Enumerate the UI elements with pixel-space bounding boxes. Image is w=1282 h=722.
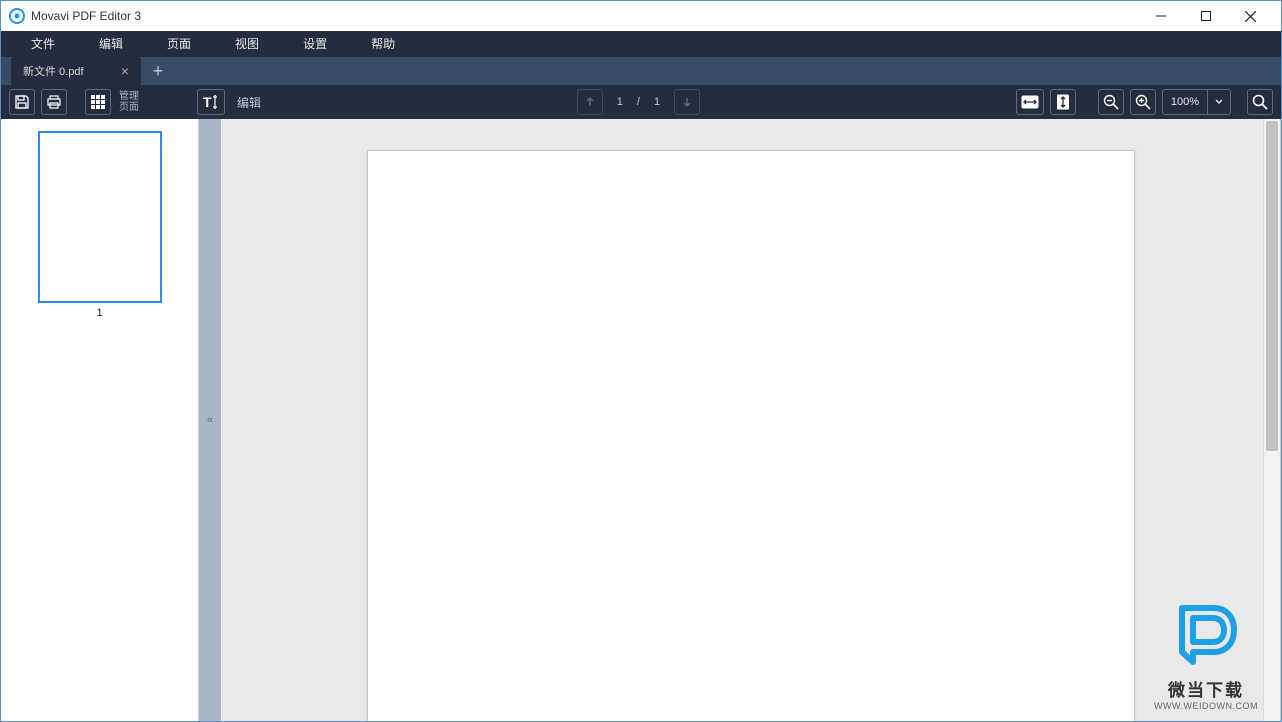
menu-page[interactable]: 页面 bbox=[145, 31, 213, 57]
fit-width-icon bbox=[1021, 95, 1039, 109]
fit-page-button[interactable] bbox=[1050, 89, 1076, 115]
page-separator: / bbox=[637, 96, 640, 108]
page-total: 1 bbox=[654, 96, 660, 108]
zoom-in-button[interactable] bbox=[1130, 89, 1156, 115]
new-tab-button[interactable]: + bbox=[143, 57, 173, 85]
sidebar-collapse-button[interactable]: « bbox=[199, 119, 221, 721]
arrow-up-icon bbox=[584, 96, 596, 108]
print-button[interactable] bbox=[41, 89, 67, 115]
menu-bar: 文件 编辑 页面 视图 设置 帮助 bbox=[1, 31, 1281, 57]
app-title: Movavi PDF Editor 3 bbox=[31, 9, 1138, 23]
page-thumbnail[interactable] bbox=[38, 131, 162, 303]
page-current: 1 bbox=[617, 96, 623, 108]
thumbnails-panel: 1 bbox=[1, 119, 199, 721]
toolbar: 管理 页面 T 编辑 1 / 1 100% bbox=[1, 85, 1281, 119]
chevron-left-icon: « bbox=[207, 414, 213, 426]
menu-view[interactable]: 视图 bbox=[213, 31, 281, 57]
zoom-out-icon bbox=[1103, 94, 1119, 110]
close-window-button[interactable] bbox=[1228, 1, 1273, 31]
grid-icon bbox=[90, 94, 106, 110]
zoom-in-icon bbox=[1135, 94, 1151, 110]
minimize-button[interactable] bbox=[1138, 1, 1183, 31]
page-thumbnails-button[interactable] bbox=[85, 89, 111, 115]
menu-settings[interactable]: 设置 bbox=[281, 31, 349, 57]
print-icon bbox=[46, 94, 62, 110]
menu-edit[interactable]: 编辑 bbox=[77, 31, 145, 57]
search-button[interactable] bbox=[1247, 89, 1273, 115]
pdf-page[interactable] bbox=[367, 150, 1135, 721]
watermark-text-2: WWW.WEIDOWN.COM bbox=[1154, 701, 1258, 711]
document-tab[interactable]: 新文件 0.pdf × bbox=[11, 57, 141, 85]
save-button[interactable] bbox=[9, 89, 35, 115]
watermark-logo-icon bbox=[1167, 596, 1245, 674]
chevron-down-icon[interactable] bbox=[1208, 97, 1230, 107]
maximize-button[interactable] bbox=[1183, 1, 1228, 31]
next-page-button[interactable] bbox=[674, 89, 700, 115]
edit-text-button[interactable]: T bbox=[197, 89, 225, 115]
watermark-text-1: 微当下载 bbox=[1154, 676, 1258, 701]
content-area: 1 « 微当下载 WWW.WEIDOWN.COM bbox=[1, 119, 1281, 721]
text-edit-icon: T bbox=[202, 94, 220, 110]
tab-bar: 新文件 0.pdf × + bbox=[1, 57, 1281, 85]
save-icon bbox=[14, 94, 30, 110]
zoom-value: 100% bbox=[1163, 90, 1208, 114]
page-navigator: 1 / 1 bbox=[577, 89, 700, 115]
prev-page-button[interactable] bbox=[577, 89, 603, 115]
edit-label: 编辑 bbox=[237, 94, 261, 111]
app-logo-icon bbox=[9, 8, 25, 24]
vertical-scrollbar[interactable] bbox=[1263, 119, 1280, 721]
zoom-out-button[interactable] bbox=[1098, 89, 1124, 115]
scrollbar-thumb[interactable] bbox=[1266, 121, 1278, 451]
menu-file[interactable]: 文件 bbox=[9, 31, 77, 57]
search-icon bbox=[1252, 94, 1268, 110]
menu-help[interactable]: 帮助 bbox=[349, 31, 417, 57]
manage-pages-label: 管理 页面 bbox=[119, 91, 139, 113]
thumbnail-number: 1 bbox=[13, 307, 186, 319]
document-canvas[interactable]: 微当下载 WWW.WEIDOWN.COM bbox=[221, 119, 1281, 721]
watermark: 微当下载 WWW.WEIDOWN.COM bbox=[1154, 596, 1258, 711]
fit-page-icon bbox=[1055, 94, 1071, 110]
tab-label: 新文件 0.pdf bbox=[23, 63, 109, 79]
window-controls bbox=[1138, 1, 1273, 31]
fit-width-button[interactable] bbox=[1016, 89, 1044, 115]
close-tab-icon[interactable]: × bbox=[121, 63, 129, 79]
title-bar: Movavi PDF Editor 3 bbox=[1, 1, 1281, 31]
zoom-level-select[interactable]: 100% bbox=[1162, 89, 1231, 115]
svg-text:T: T bbox=[203, 94, 212, 110]
arrow-down-icon bbox=[681, 96, 693, 108]
